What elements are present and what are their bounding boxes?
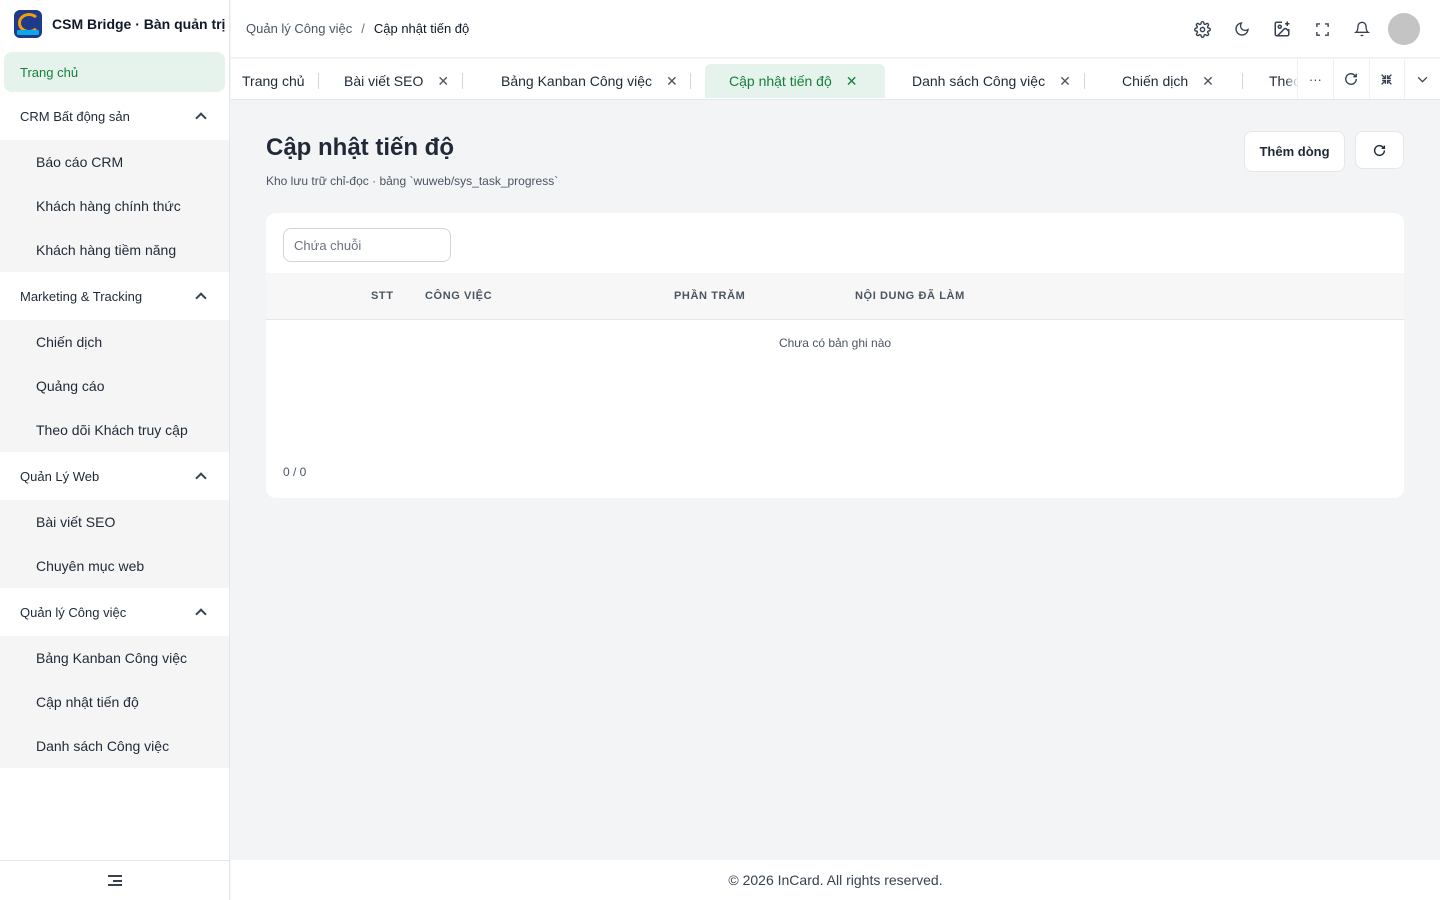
sidebar-group-header-crm[interactable]: CRM Bất động sản	[0, 92, 229, 140]
sidebar-item-home[interactable]: Trang chủ	[4, 52, 225, 92]
chevron-up-icon	[195, 608, 207, 620]
refresh-icon	[1345, 73, 1358, 85]
notifications-button[interactable]	[1342, 13, 1382, 45]
close-icon[interactable]: ✕	[666, 73, 678, 90]
sidebar-item-potential-customers[interactable]: Khách hàng tiềm năng	[0, 228, 229, 272]
page-subtitle: Kho lưu trữ chỉ-đọc · bảng `wuweb/sys_ta…	[266, 174, 559, 188]
app-logo	[14, 10, 42, 38]
close-icon[interactable]: ✕	[846, 73, 858, 90]
moon-icon	[1235, 22, 1249, 36]
column-header-content[interactable]: NỘI DUNG ĐÃ LÀM	[855, 290, 965, 302]
compress-icon	[1381, 73, 1393, 85]
tab-kanban[interactable]: Bảng Kanban Công việc ✕	[501, 64, 678, 98]
bell-icon	[1354, 21, 1370, 37]
table-header: STT CÔNG VIỆC PHẦN TRĂM NỘI DUNG ĐÃ LÀM	[266, 273, 1404, 320]
sidebar-group-marketing: Marketing & Tracking Chiến dịch Quảng cá…	[0, 272, 229, 452]
header-actions	[1182, 13, 1420, 45]
sidebar-group-label: Marketing & Tracking	[20, 288, 143, 304]
column-header-task[interactable]: CÔNG VIỆC	[425, 290, 492, 302]
tabs-dropdown-button[interactable]	[1404, 59, 1440, 99]
tabs-maximize-button[interactable]	[1368, 59, 1405, 99]
sidebar-group-label: Quản lý Công việc	[20, 604, 127, 620]
copyright-text: © 2026 InCard. All rights reserved.	[728, 872, 943, 888]
column-header-percent[interactable]: PHẦN TRĂM	[674, 290, 745, 302]
sidebar-group-tasks: Quản lý Công việc Bảng Kanban Công việc …	[0, 588, 229, 768]
breadcrumb-parent[interactable]: Quản lý Công việc	[246, 21, 352, 36]
sidebar-item-web-categories[interactable]: Chuyên mục web	[0, 544, 229, 588]
tab-home[interactable]: Trang chủ	[242, 64, 305, 98]
close-icon[interactable]: ✕	[1059, 73, 1071, 90]
tab-label: Bài viết SEO	[344, 73, 424, 89]
sidebar-group-label: CRM Bất động sản	[20, 108, 130, 124]
settings-button[interactable]	[1182, 13, 1222, 45]
image-plus-icon	[1274, 21, 1290, 37]
close-icon[interactable]: ✕	[437, 73, 449, 90]
sidebar-group-header-web[interactable]: Quản Lý Web	[0, 452, 229, 500]
tab-campaigns[interactable]: Chiến dịch ✕	[1122, 64, 1214, 98]
record-count: 0 / 0	[283, 465, 307, 479]
add-image-button[interactable]	[1262, 13, 1302, 45]
sidebar-group-web: Quản Lý Web Bài viết SEO Chuyên mục web	[0, 452, 229, 588]
tab-label: Danh sách Công việc	[912, 73, 1046, 89]
fullscreen-button[interactable]	[1302, 13, 1342, 45]
tabs-reload-button[interactable]	[1332, 59, 1369, 99]
sidebar-item-campaigns[interactable]: Chiến dịch	[0, 320, 229, 364]
data-table-card: STT CÔNG VIỆC PHẦN TRĂM NỘI DUNG ĐÃ LÀM …	[266, 213, 1404, 498]
avatar[interactable]	[1388, 13, 1420, 45]
breadcrumb-separator: /	[361, 21, 365, 36]
chevron-down-icon	[1417, 76, 1428, 83]
sidebar-group-label: Quản Lý Web	[20, 468, 100, 484]
breadcrumb: Quản lý Công việc / Cập nhật tiến độ	[246, 21, 469, 36]
expand-icon	[1315, 22, 1329, 36]
chevron-up-icon	[195, 472, 207, 484]
tab-controls: ···	[1297, 59, 1440, 99]
brand: CSM Bridge · Bàn quản trị	[0, 0, 229, 48]
sidebar-collapse-button[interactable]	[0, 860, 230, 900]
search-input[interactable]	[283, 228, 451, 262]
sidebar-item-visitor-tracking[interactable]: Theo dõi Khách truy cập	[0, 408, 229, 452]
refresh-icon	[1373, 144, 1386, 156]
tab-task-list[interactable]: Danh sách Công việc ✕	[912, 64, 1071, 98]
sidebar-item-official-customers[interactable]: Khách hàng chính thức	[0, 184, 229, 228]
tab-label: Trang chủ	[242, 73, 305, 89]
empty-state: Chưa có bản ghi nào	[778, 336, 892, 350]
collapse-menu-icon	[108, 875, 122, 886]
page-title: Cập nhật tiến độ	[266, 134, 454, 161]
sidebar: CSM Bridge · Bàn quản trị Trang chủ CRM …	[0, 0, 230, 900]
sidebar-item-kanban[interactable]: Bảng Kanban Công việc	[0, 636, 229, 680]
sidebar-group-crm: CRM Bất động sản Báo cáo CRM Khách hàng …	[0, 92, 229, 272]
close-icon[interactable]: ✕	[1202, 73, 1214, 90]
column-header-stt[interactable]: STT	[371, 290, 394, 302]
app-title: CSM Bridge · Bàn quản trị	[52, 16, 226, 32]
tabs-more-button[interactable]: ···	[1297, 59, 1333, 99]
breadcrumb-current: Cập nhật tiến độ	[373, 21, 470, 36]
tab-seo-posts[interactable]: Bài viết SEO ✕	[344, 64, 449, 98]
page-footer: © 2026 InCard. All rights reserved.	[231, 860, 1440, 900]
tab-label: Cập nhật tiến độ	[729, 73, 832, 89]
add-row-button[interactable]: Thêm dòng	[1244, 131, 1345, 172]
tab-progress-update[interactable]: Cập nhật tiến độ ✕	[705, 64, 885, 98]
sidebar-item-seo-posts[interactable]: Bài viết SEO	[0, 500, 229, 544]
sidebar-item-ads[interactable]: Quảng cáo	[0, 364, 229, 408]
tab-label: Chiến dịch	[1122, 73, 1189, 89]
chevron-up-icon	[195, 292, 207, 304]
chevron-up-icon	[195, 112, 207, 124]
gear-icon	[1193, 20, 1211, 38]
sidebar-item-progress-update[interactable]: Cập nhật tiến độ	[0, 680, 229, 724]
tab-bar: Trang chủ Bài viết SEO ✕ Bảng Kanban Côn…	[231, 59, 1440, 100]
theme-toggle-button[interactable]	[1222, 13, 1262, 45]
sidebar-group-header-tasks[interactable]: Quản lý Công việc	[0, 588, 229, 636]
tab-label: Bảng Kanban Công việc	[501, 73, 652, 89]
sidebar-item-task-list[interactable]: Danh sách Công việc	[0, 724, 229, 768]
sidebar-item-crm-report[interactable]: Báo cáo CRM	[0, 140, 229, 184]
refresh-button[interactable]	[1355, 131, 1404, 169]
sidebar-group-header-marketing[interactable]: Marketing & Tracking	[0, 272, 229, 320]
top-header: Quản lý Công việc / Cập nhật tiến độ	[231, 0, 1440, 58]
